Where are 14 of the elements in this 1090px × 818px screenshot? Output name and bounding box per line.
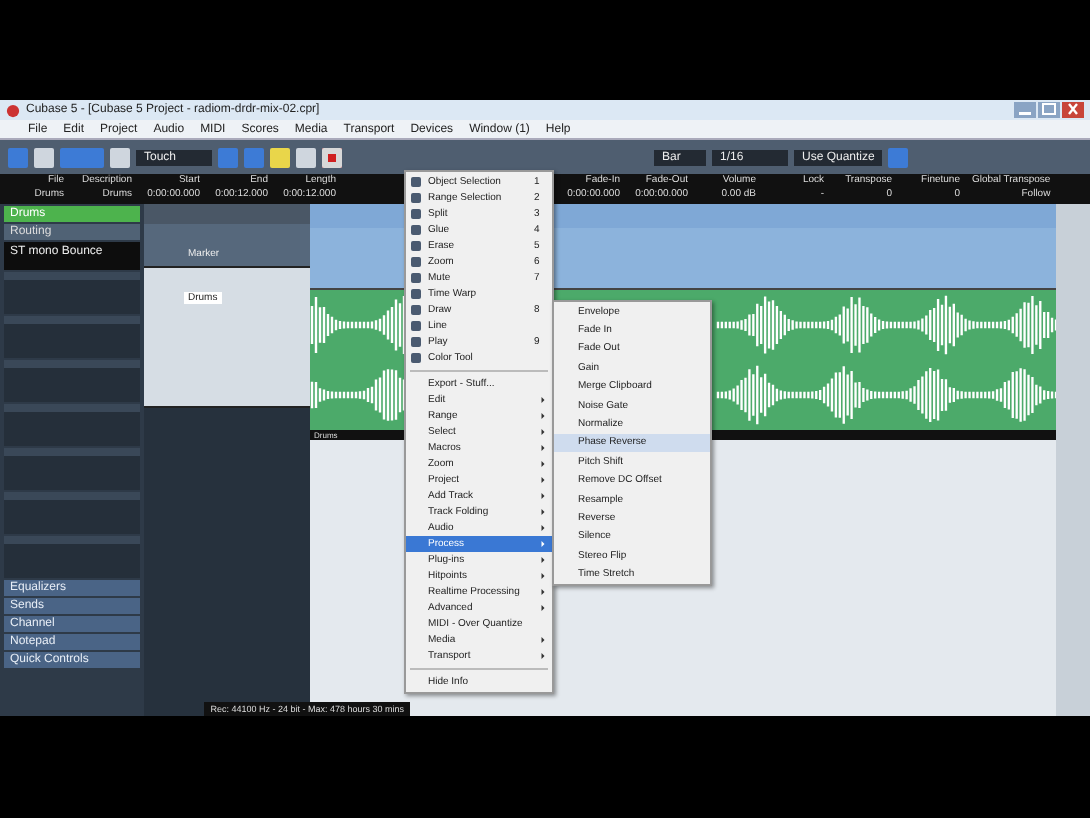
- insert-slot[interactable]: [4, 404, 140, 446]
- insert-slot[interactable]: [4, 448, 140, 490]
- minimize-icon[interactable]: [1014, 102, 1036, 118]
- toolbar-button[interactable]: [110, 147, 130, 167]
- insert-slot[interactable]: [4, 492, 140, 534]
- insert-slot[interactable]: [4, 316, 140, 358]
- record-button[interactable]: [322, 147, 342, 167]
- close-icon[interactable]: [1062, 102, 1084, 118]
- insert-slot[interactable]: [4, 536, 140, 578]
- scrollbar[interactable]: [1056, 204, 1090, 716]
- app-icon: [6, 103, 20, 117]
- insert-slot[interactable]: [4, 360, 140, 402]
- maximize-icon[interactable]: [1038, 102, 1060, 118]
- insert-slot[interactable]: [4, 272, 140, 314]
